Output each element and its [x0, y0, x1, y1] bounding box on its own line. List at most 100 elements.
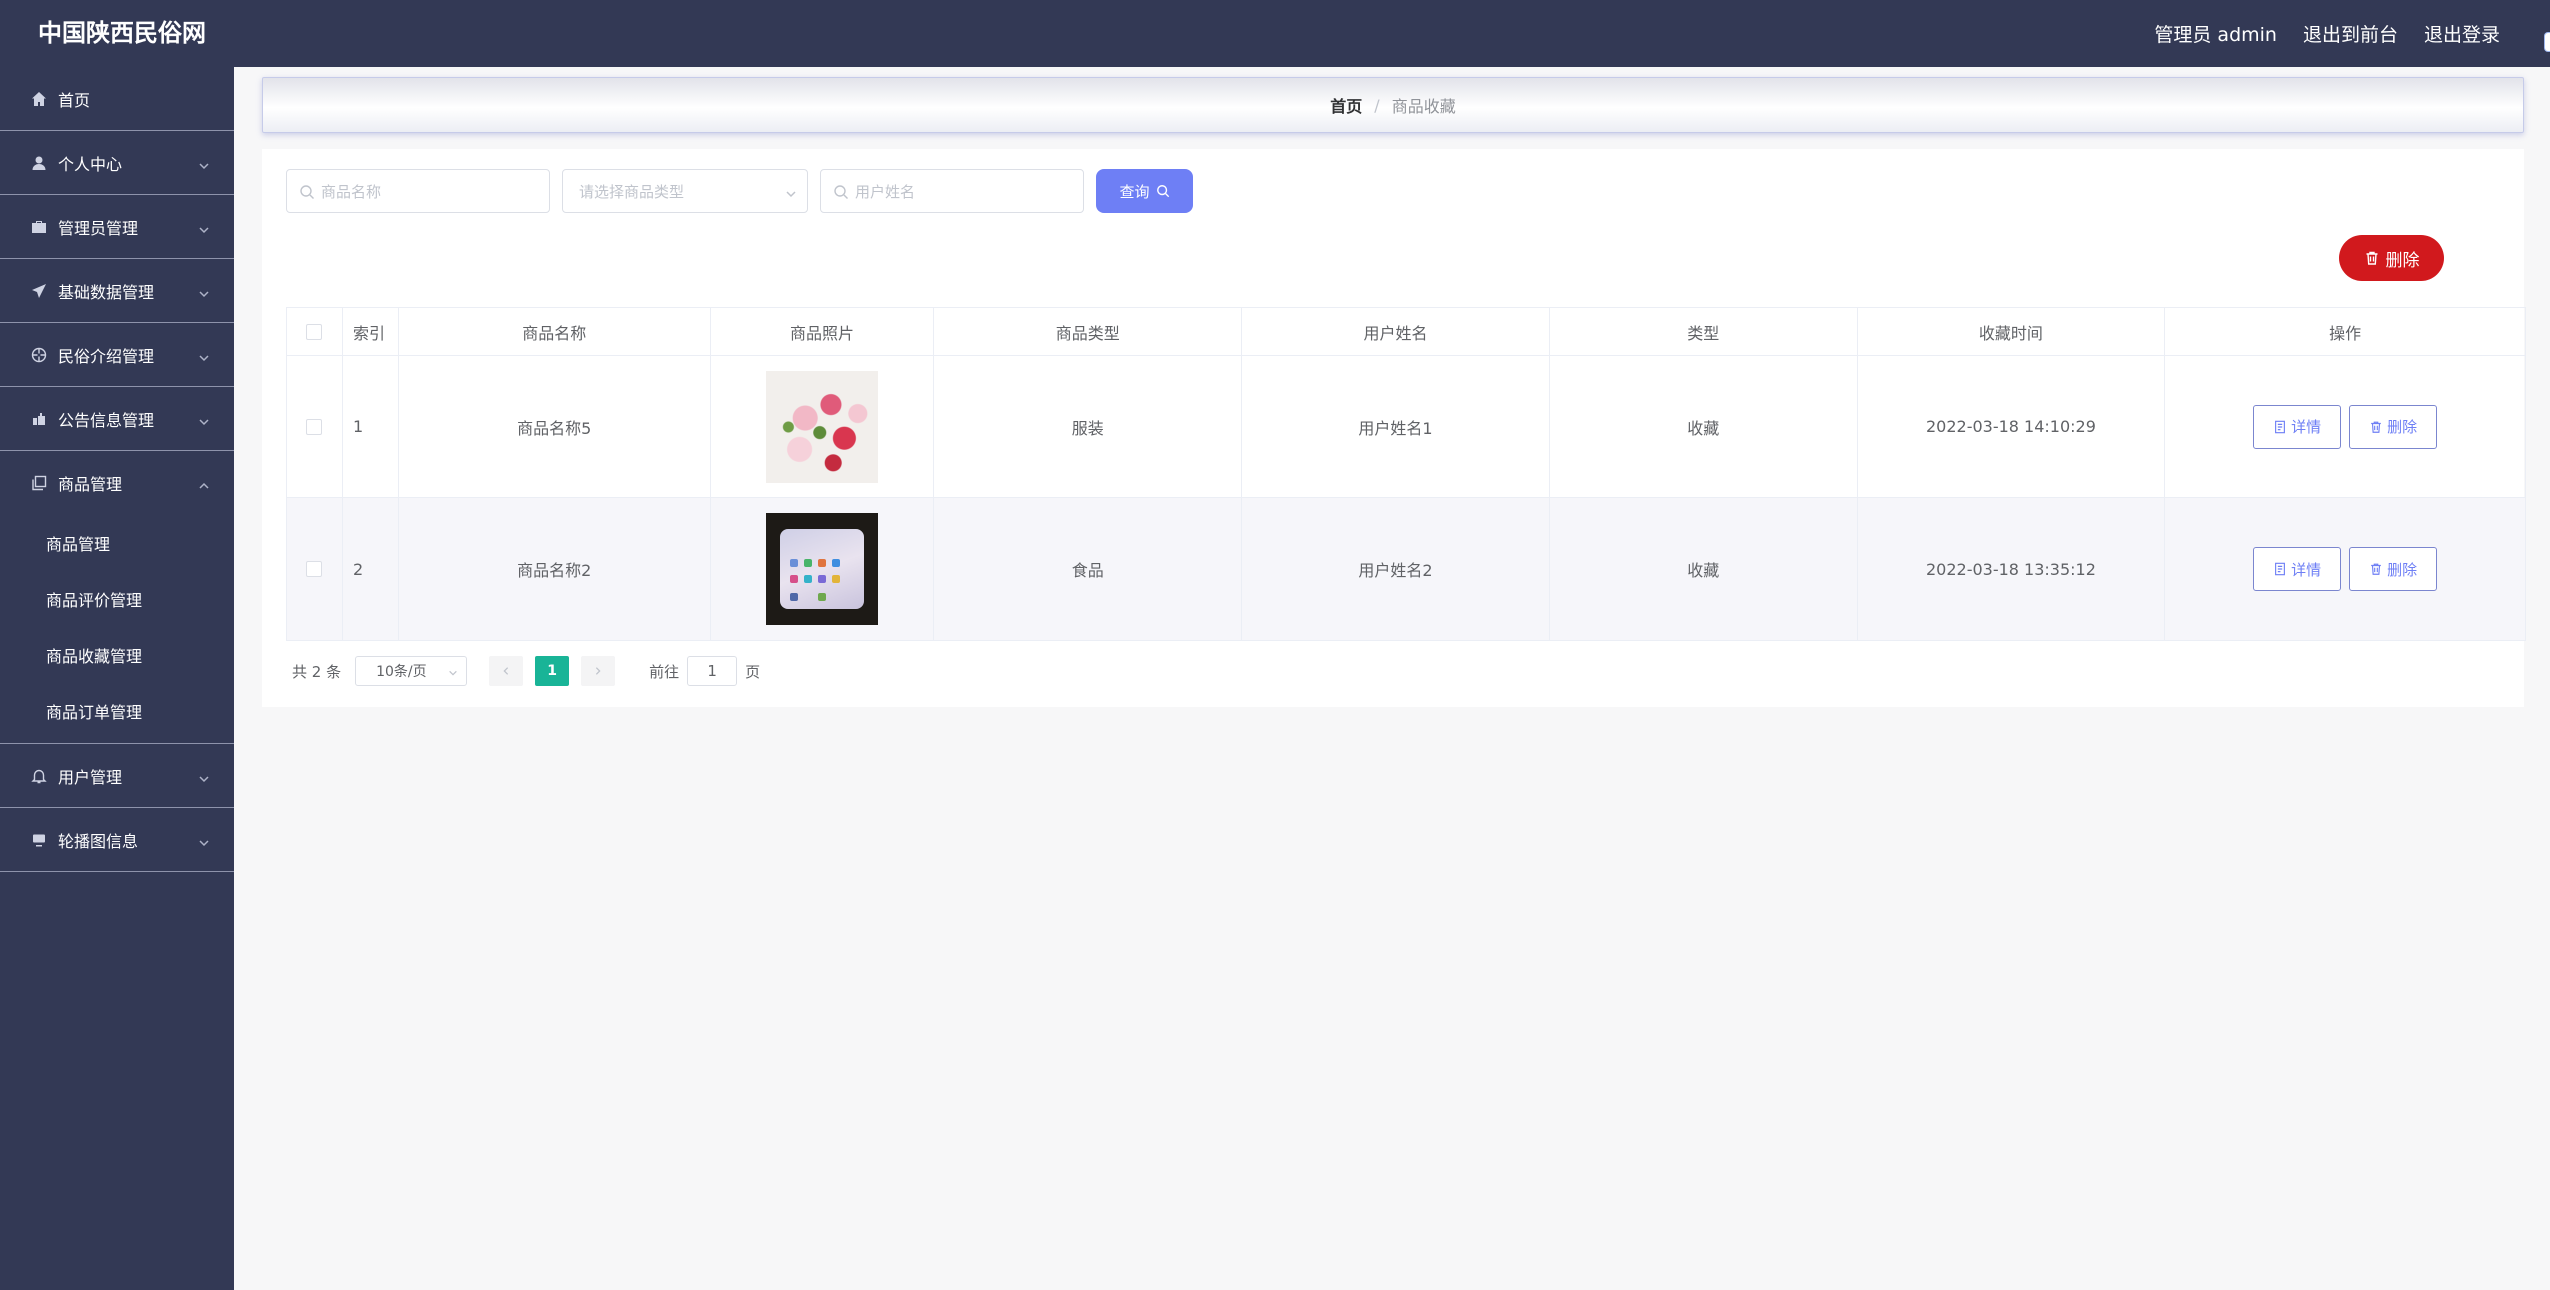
edge-handle[interactable] — [2544, 32, 2550, 52]
row-user-name: 用户姓名1 — [1242, 356, 1550, 497]
content-panel: 商品名称 请选择商品类型 用户姓名 查询 删除 索引 商品名称 商品照片 商品类… — [262, 149, 2526, 707]
goods-name-input[interactable]: 商品名称 — [286, 169, 550, 213]
sidebar-item-label: 商品管理 — [58, 475, 123, 494]
row-index: 1 — [343, 356, 399, 497]
row-actions: 详情 删除 — [2165, 356, 2525, 497]
chevron-down-icon — [198, 834, 210, 846]
row-favorite-time: 2022-03-18 14:10:29 — [1858, 356, 2166, 497]
pagination: 共 2 条 10条/页 1 前往 1 页 — [292, 655, 760, 687]
sidebar-item-profile[interactable]: 个人中心 — [0, 131, 234, 195]
monitor-icon — [28, 829, 50, 851]
row-checkbox[interactable] — [306, 418, 323, 435]
goods-type-select[interactable]: 请选择商品类型 — [562, 169, 808, 213]
speaker-icon — [28, 408, 50, 430]
briefcase-icon — [28, 216, 50, 238]
detail-label: 详情 — [2291, 418, 2322, 436]
detail-button[interactable]: 详情 — [2253, 547, 2342, 591]
sidebar-item-home[interactable]: 首页 — [0, 67, 234, 131]
chevron-down-icon — [448, 666, 458, 676]
header-kind: 类型 — [1550, 308, 1858, 355]
goto-page-input[interactable]: 1 — [687, 656, 738, 686]
row-favorite-time: 2022-03-18 13:35:12 — [1858, 498, 2166, 640]
row-index: 2 — [343, 498, 399, 640]
prev-page-button[interactable] — [489, 656, 524, 686]
sidebar-item-label: 基础数据管理 — [58, 282, 155, 302]
sidebar-item-carousel[interactable]: 轮播图信息 — [0, 808, 234, 872]
goods-photo-phone[interactable] — [766, 513, 879, 625]
page-size-select[interactable]: 10条/页 — [355, 656, 468, 686]
logout-link[interactable]: 退出登录 — [2424, 20, 2500, 47]
batch-delete-button[interactable]: 删除 — [2339, 235, 2444, 281]
header-favorite-time: 收藏时间 — [1858, 308, 2166, 355]
row-delete-label: 删除 — [2387, 560, 2418, 579]
chevron-down-icon — [198, 221, 210, 233]
goods-type-placeholder: 请选择商品类型 — [579, 182, 685, 201]
chevron-down-icon — [785, 186, 797, 198]
row-kind: 收藏 — [1550, 356, 1858, 497]
sidebar-item-label: 民俗介绍管理 — [58, 346, 155, 366]
row-goods-type: 食品 — [934, 498, 1243, 640]
sidebar-item-users[interactable]: 用户管理 — [0, 744, 234, 808]
row-user-name: 用户姓名2 — [1242, 498, 1550, 640]
document-icon — [2273, 420, 2287, 434]
detail-label: 详情 — [2291, 560, 2322, 579]
aperture-icon — [28, 344, 50, 366]
trash-icon — [2369, 562, 2383, 576]
row-delete-button[interactable]: 删除 — [2349, 404, 2438, 449]
sidebar-item-label: 轮播图信息 — [58, 831, 139, 851]
user-name-placeholder: 用户姓名 — [855, 182, 916, 201]
header-links: 管理员 admin 退出到前台 退出登录 — [2154, 0, 2500, 67]
sidebar-item-label: 个人中心 — [58, 154, 123, 174]
row-goods-photo-cell — [711, 498, 935, 640]
header-goods-photo: 商品照片 — [711, 308, 935, 355]
pagination-total: 共 2 条 — [292, 662, 342, 681]
breadcrumb-home[interactable]: 首页 — [1330, 93, 1362, 117]
sidebar-item-goods[interactable]: 商品管理 — [0, 451, 234, 515]
goods-name-placeholder: 商品名称 — [321, 182, 382, 201]
row-checkbox[interactable] — [306, 561, 323, 577]
header-goods-type: 商品类型 — [934, 308, 1243, 355]
home-icon — [28, 88, 50, 110]
sidebar-item-admin[interactable]: 管理员管理 — [0, 195, 234, 259]
header-user-name: 用户姓名 — [1242, 308, 1550, 355]
document-icon — [2273, 562, 2287, 576]
goto-suffix: 页 — [745, 662, 761, 681]
sidebar-item-notice[interactable]: 公告信息管理 — [0, 387, 234, 451]
submenu-item-goods-review[interactable]: 商品评价管理 — [0, 571, 234, 627]
admin-label: 管理员 admin — [2154, 24, 2277, 46]
chevron-down-icon — [198, 157, 210, 169]
row-select-cell — [287, 498, 343, 640]
select-all-checkbox[interactable] — [306, 323, 323, 340]
search-icon — [299, 184, 315, 200]
sidebar-item-basic-data[interactable]: 基础数据管理 — [0, 259, 234, 323]
header-select-cell — [287, 308, 343, 355]
next-page-button[interactable] — [581, 656, 616, 686]
submenu-item-goods[interactable]: 商品管理 — [0, 515, 234, 571]
table-row: 2 商品名称2 食品 用户姓名2 收藏 2022-03-18 13:35:12 … — [287, 498, 2525, 640]
sidebar-item-folk-intro[interactable]: 民俗介绍管理 — [0, 323, 234, 387]
page-number-current[interactable]: 1 — [535, 656, 570, 686]
detail-button[interactable]: 详情 — [2253, 404, 2342, 449]
exit-to-front-link[interactable]: 退出到前台 — [2303, 20, 2398, 47]
row-delete-button[interactable]: 删除 — [2349, 547, 2438, 591]
send-icon — [28, 280, 50, 302]
goods-photo-flowers[interactable] — [766, 370, 879, 483]
trash-icon — [2369, 420, 2383, 434]
chevron-down-icon — [198, 413, 210, 425]
submenu-item-goods-order[interactable]: 商品订单管理 — [0, 683, 234, 739]
submenu-item-goods-favorite[interactable]: 商品收藏管理 — [0, 627, 234, 683]
user-name-input[interactable]: 用户姓名 — [820, 169, 1084, 213]
row-goods-type: 服装 — [934, 356, 1243, 497]
sidebar-item-label: 首页 — [58, 90, 91, 110]
sidebar: 首页 个人中心 管理员管理 基础数据管理 民俗介绍管理 公告信息管理 商品管理 … — [0, 67, 234, 1290]
copy-icon — [28, 472, 50, 494]
row-actions: 详情 删除 — [2165, 498, 2525, 640]
query-button[interactable]: 查询 — [1096, 169, 1193, 213]
sidebar-item-label: 管理员管理 — [58, 218, 139, 238]
breadcrumb: 首页 / 商品收藏 — [262, 77, 2524, 133]
favorites-table: 索引 商品名称 商品照片 商品类型 用户姓名 类型 收藏时间 操作 1 商品名称… — [286, 307, 2526, 641]
chevron-down-icon — [198, 285, 210, 297]
chevron-up-icon — [198, 477, 210, 489]
trash-icon — [2364, 250, 2380, 266]
bell-icon — [28, 765, 50, 787]
